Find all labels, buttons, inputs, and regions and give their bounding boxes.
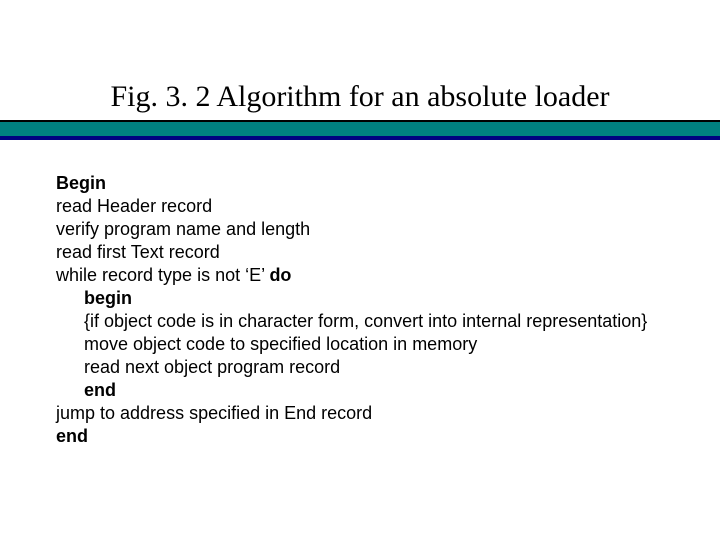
slide-title: Fig. 3. 2 Algorithm for an absolute load…	[0, 80, 720, 114]
title-divider	[0, 120, 720, 140]
algo-line: while record type is not ‘E’ do	[56, 264, 664, 287]
algo-line: begin	[56, 287, 664, 310]
algo-line: read next object program record	[56, 356, 664, 379]
algo-line: jump to address specified in End record	[56, 402, 664, 425]
algo-line: Begin	[56, 172, 664, 195]
algo-line: verify program name and length	[56, 218, 664, 241]
algo-line: end	[56, 425, 664, 448]
algo-line: read first Text record	[56, 241, 664, 264]
algo-line: end	[56, 379, 664, 402]
algorithm-body: Begin read Header record verify program …	[56, 172, 664, 448]
algo-line: {if object code is in character form, co…	[56, 310, 664, 333]
algo-line: read Header record	[56, 195, 664, 218]
algo-line: move object code to specified location i…	[56, 333, 664, 356]
